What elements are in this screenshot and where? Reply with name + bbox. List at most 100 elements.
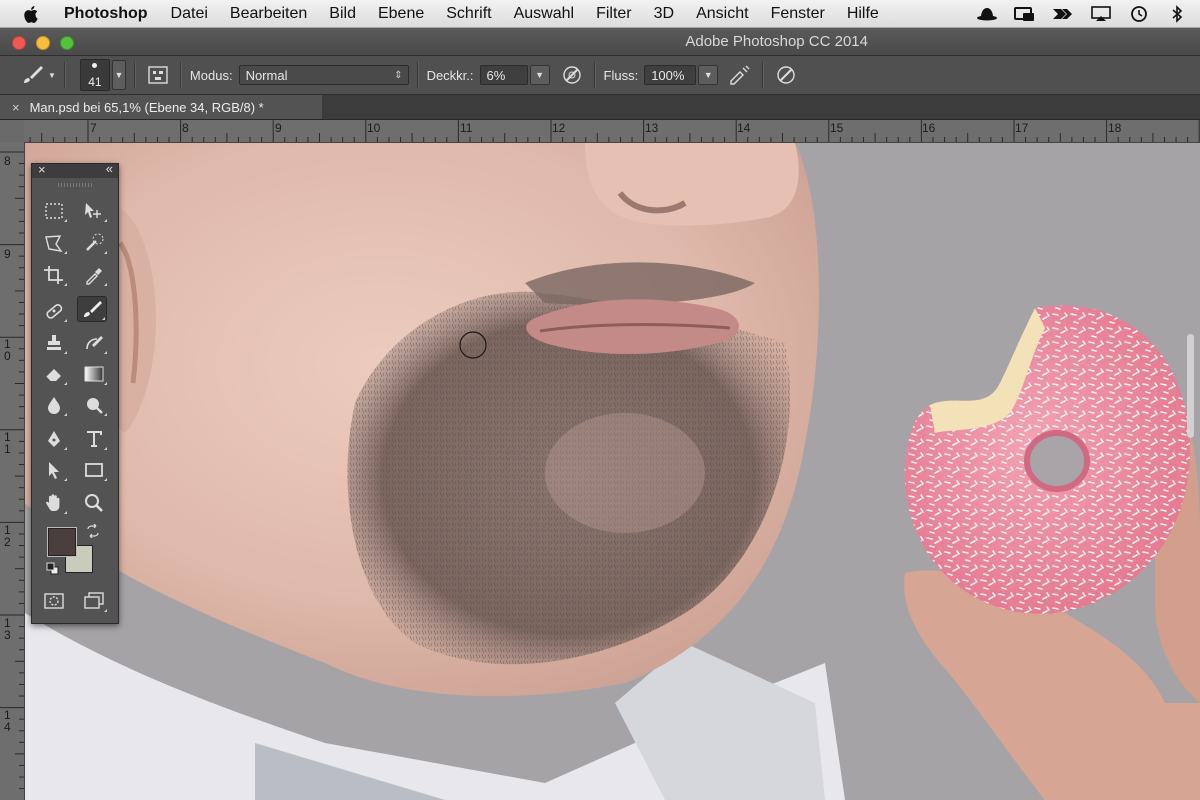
document-tab-title: Man.psd bei 65,1% (Ebene 34, RGB/8) * bbox=[29, 99, 264, 115]
spot-healing-brush-tool-icon[interactable] bbox=[39, 298, 69, 324]
close-document-icon[interactable]: × bbox=[12, 100, 20, 115]
menu-bearbeiten[interactable]: Bearbeiten bbox=[230, 5, 307, 23]
path-selection-tool-icon[interactable] bbox=[39, 457, 69, 483]
history-brush-tool-icon[interactable] bbox=[79, 330, 109, 356]
tools-panel-header[interactable]: × « bbox=[32, 161, 118, 178]
ruler-label: 18 bbox=[1108, 121, 1122, 135]
document-tab[interactable]: × Man.psd bei 65,1% (Ebene 34, RGB/8) * bbox=[0, 95, 322, 119]
flow-input[interactable]: 100% bbox=[644, 65, 697, 85]
ruler-horizontal[interactable]: 7 8 9 10 11 12 13 14 15 16 17 18 bbox=[24, 120, 1200, 143]
ruler-label: 8 bbox=[182, 121, 189, 135]
separator bbox=[179, 62, 182, 88]
blur-tool-icon[interactable] bbox=[39, 392, 69, 418]
eraser-tool-icon[interactable] bbox=[39, 361, 69, 387]
apple-icon[interactable] bbox=[22, 5, 42, 23]
ruler-label: 14 bbox=[737, 121, 751, 135]
opacity-label: Deckkr.: bbox=[426, 67, 474, 83]
menu-ansicht[interactable]: Ansicht bbox=[696, 5, 748, 23]
menu-bild[interactable]: Bild bbox=[329, 5, 356, 23]
window-title: Adobe Photoshop CC 2014 bbox=[685, 33, 868, 50]
forward-arrows-icon[interactable] bbox=[1050, 6, 1076, 22]
hand-tool-icon[interactable] bbox=[39, 490, 69, 516]
eyedropper-tool-icon[interactable] bbox=[79, 262, 109, 288]
menu-hilfe[interactable]: Hilfe bbox=[847, 5, 879, 23]
ruler-label: 9 bbox=[275, 121, 282, 135]
quick-selection-tool-icon[interactable] bbox=[79, 230, 109, 256]
opacity-dropdown[interactable]: ▼ bbox=[529, 65, 550, 85]
separator bbox=[593, 62, 596, 88]
separator bbox=[63, 62, 66, 88]
menu-ebene[interactable]: Ebene bbox=[378, 5, 424, 23]
flow-dropdown[interactable]: ▼ bbox=[698, 65, 719, 85]
ruler-label: 12 bbox=[552, 121, 566, 135]
ruler-vertical-ticks bbox=[0, 151, 24, 790]
pressure-opacity-icon[interactable] bbox=[558, 61, 586, 89]
tools-panel-close-icon[interactable]: × bbox=[38, 162, 46, 177]
ruler-label: 1 4 bbox=[4, 708, 11, 734]
menu-3d[interactable]: 3D bbox=[654, 5, 674, 23]
ruler-label: 1 0 bbox=[4, 337, 11, 363]
foreground-color-swatch[interactable] bbox=[47, 527, 77, 557]
airbrush-icon[interactable] bbox=[726, 61, 754, 89]
menu-filter[interactable]: Filter bbox=[596, 5, 632, 23]
ruler-label: 8 bbox=[4, 154, 11, 168]
default-colors-icon[interactable] bbox=[46, 562, 60, 581]
mode-select[interactable]: Normal ⇕ bbox=[238, 65, 409, 85]
menu-auswahl[interactable]: Auswahl bbox=[514, 5, 574, 23]
tool-preset-chevron-icon[interactable]: ▼ bbox=[48, 71, 56, 80]
menu-fenster[interactable]: Fenster bbox=[771, 5, 825, 23]
move-tool-icon[interactable] bbox=[79, 198, 109, 224]
type-tool-icon[interactable] bbox=[79, 426, 109, 452]
menu-datei[interactable]: Datei bbox=[171, 5, 208, 23]
pen-tool-icon[interactable] bbox=[39, 426, 69, 452]
rectangle-tool-icon[interactable] bbox=[79, 457, 109, 483]
mode-value: Normal bbox=[245, 68, 288, 83]
opacity-input[interactable]: 6% bbox=[479, 65, 528, 85]
bluetooth-icon[interactable] bbox=[1164, 4, 1190, 23]
quick-mask-icon[interactable] bbox=[39, 588, 69, 614]
menu-schrift[interactable]: Schrift bbox=[446, 5, 491, 23]
ruler-label: 1 1 bbox=[4, 430, 11, 456]
tools-panel-collapse-icon[interactable]: « bbox=[106, 161, 113, 176]
zoom-tool-icon[interactable] bbox=[79, 490, 109, 516]
ruler-origin[interactable] bbox=[0, 120, 25, 143]
brush-picker-dropdown[interactable]: ▼ bbox=[111, 60, 126, 90]
clone-stamp-tool-icon[interactable] bbox=[39, 330, 69, 356]
airplay-icon[interactable] bbox=[1088, 5, 1114, 22]
swap-colors-icon[interactable] bbox=[86, 523, 100, 543]
dodge-tool-icon[interactable] bbox=[79, 392, 109, 418]
brush-size-value: 41 bbox=[88, 75, 102, 89]
document-tab-bar: × Man.psd bei 65,1% (Ebene 34, RGB/8) * bbox=[0, 95, 1200, 120]
ruler-label: 11 bbox=[460, 121, 473, 135]
ruler-label: 1 3 bbox=[4, 616, 11, 642]
time-machine-icon[interactable] bbox=[1126, 5, 1152, 23]
separator bbox=[762, 62, 765, 88]
ruler-label: 17 bbox=[1015, 121, 1029, 135]
pressure-size-icon[interactable] bbox=[772, 61, 800, 89]
ruler-label: 10 bbox=[367, 121, 381, 135]
display-mirroring-icon[interactable] bbox=[1012, 6, 1038, 22]
document-canvas[interactable] bbox=[25, 143, 1200, 800]
brush-tool-icon[interactable] bbox=[77, 296, 107, 322]
tools-panel-grip[interactable] bbox=[58, 183, 92, 187]
rectangular-marquee-tool-icon[interactable] bbox=[39, 198, 69, 224]
brush-panel-toggle-icon[interactable] bbox=[144, 61, 172, 89]
menu-app-photoshop[interactable]: Photoshop bbox=[64, 5, 148, 23]
window-titlebar: Adobe Photoshop CC 2014 bbox=[0, 28, 1200, 56]
ruler-vertical[interactable]: 8 9 1 0 1 1 1 2 1 3 1 4 bbox=[0, 142, 25, 800]
screen-mode-icon[interactable] bbox=[79, 588, 109, 614]
brush-size-preview[interactable]: 41 bbox=[79, 59, 110, 91]
gradient-tool-icon[interactable] bbox=[79, 361, 109, 387]
polygonal-lasso-tool-icon[interactable] bbox=[39, 230, 69, 256]
hat-icon[interactable] bbox=[974, 6, 1000, 22]
vertical-scrollbar-thumb[interactable] bbox=[1187, 334, 1194, 438]
ruler-label: 9 bbox=[4, 247, 11, 261]
tools-panel: × « bbox=[31, 161, 119, 624]
separator bbox=[416, 62, 419, 88]
crop-tool-icon[interactable] bbox=[39, 262, 69, 288]
options-bar: ▼ 41 ▼ Modus: Normal ⇕ Deckkr.: 6% ▼ Flu… bbox=[0, 56, 1200, 95]
ruler-label: 16 bbox=[922, 121, 936, 135]
tool-preset-brush-icon[interactable] bbox=[18, 61, 46, 89]
ruler-label: 15 bbox=[830, 121, 844, 135]
ruler-label: 7 bbox=[90, 121, 97, 135]
